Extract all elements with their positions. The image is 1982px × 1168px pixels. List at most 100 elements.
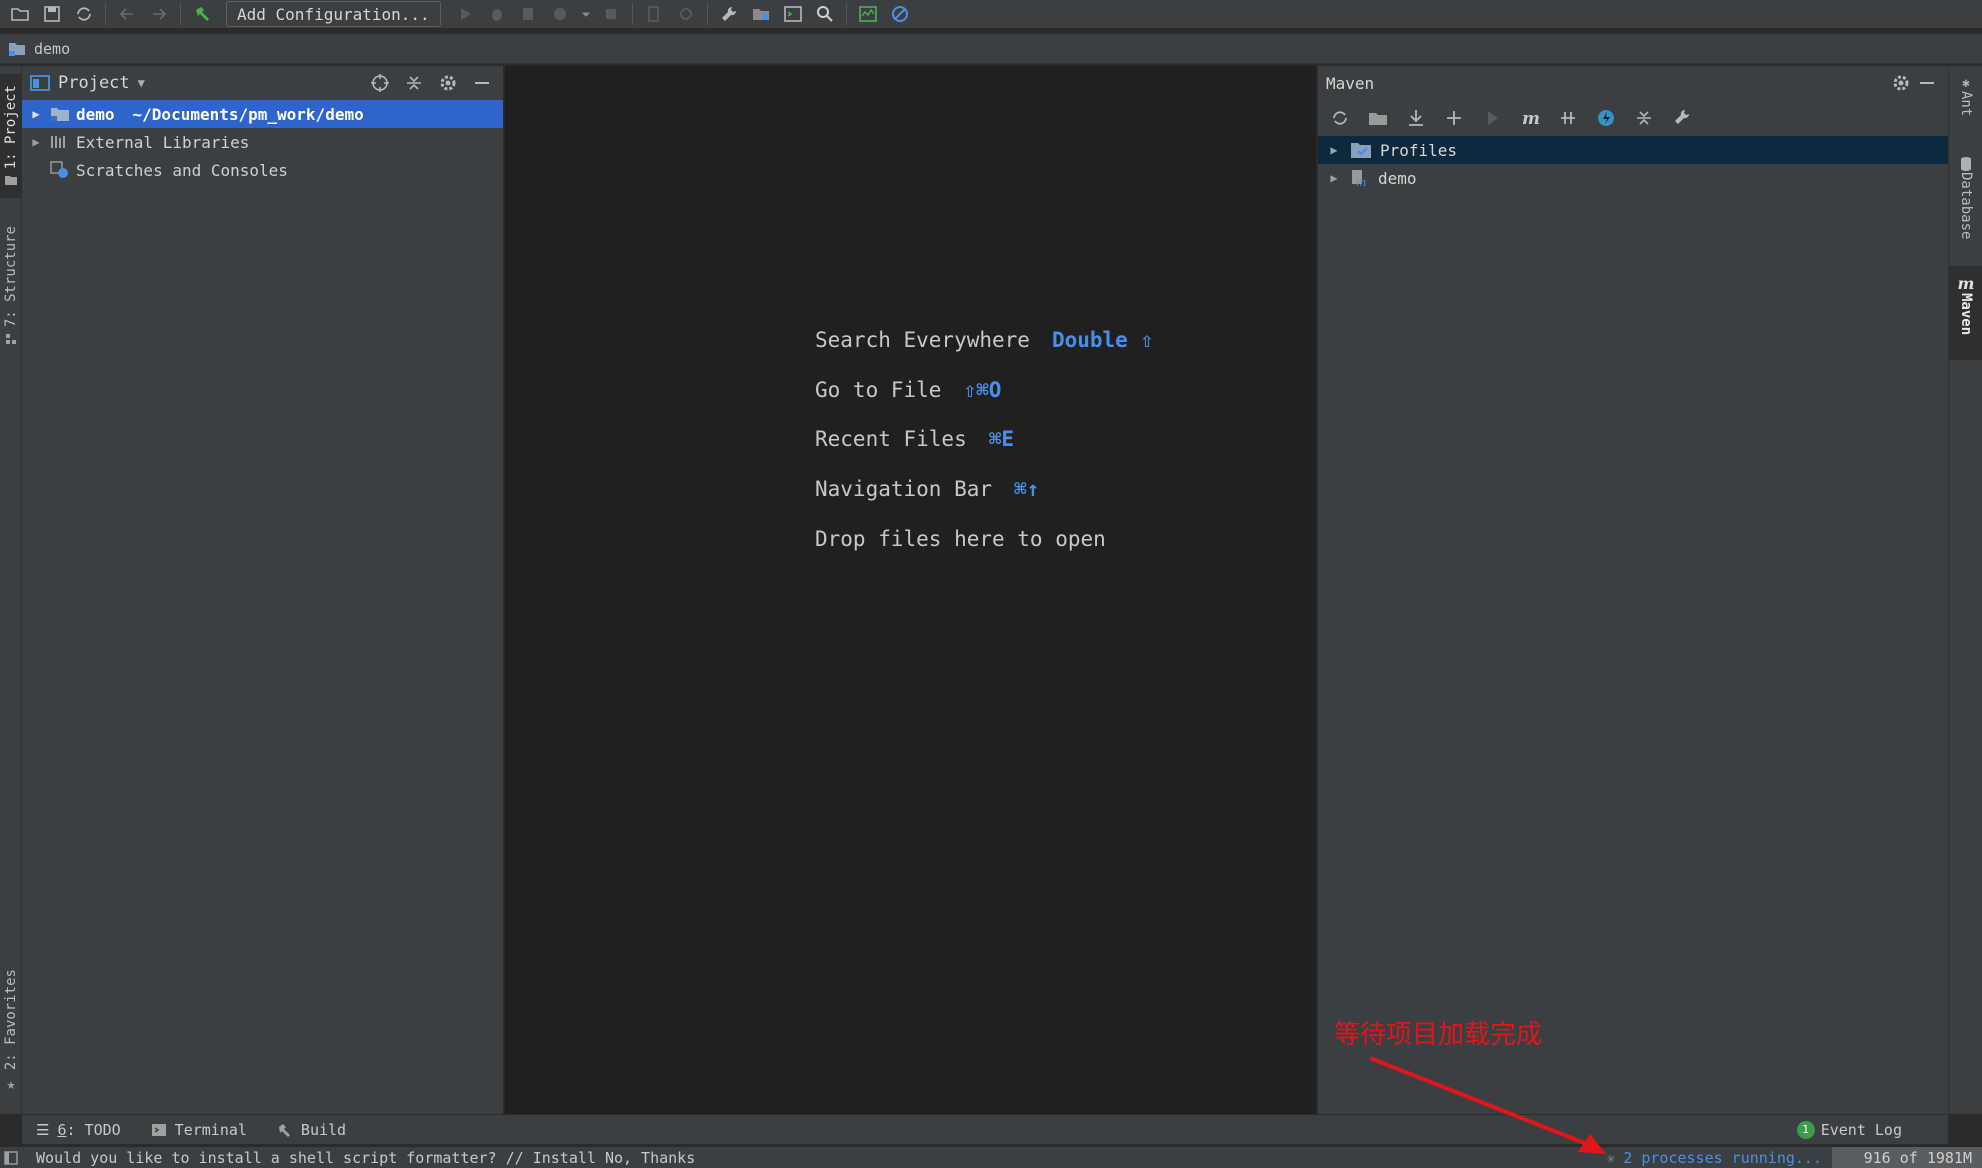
tab-structure[interactable]: 7: Structure xyxy=(0,216,22,356)
tab-structure-label: 7: Structure xyxy=(3,226,19,328)
breadcrumb-project[interactable]: demo xyxy=(34,40,70,58)
locate-icon[interactable] xyxy=(367,70,393,96)
navigation-bar: demo xyxy=(0,34,1982,64)
tab-terminal[interactable]: Terminal xyxy=(151,1121,247,1139)
toolbar-divider xyxy=(706,3,708,25)
tab-build[interactable]: Build xyxy=(277,1121,346,1139)
hint-label: Drop files here to open xyxy=(815,527,1106,551)
maven-tree-profiles[interactable]: ▶ Profiles xyxy=(1318,136,1948,164)
memory-indicator[interactable]: 916 of 1981M xyxy=(1832,1146,1982,1168)
expand-arrow-icon[interactable]: ▶ xyxy=(1326,143,1342,157)
sync-icon[interactable] xyxy=(70,1,98,27)
module-folder-icon xyxy=(51,108,69,121)
stop-icon[interactable] xyxy=(597,1,625,27)
maven-tree-demo[interactable]: ▶ m demo xyxy=(1318,164,1948,192)
tab-project-label: 1: Project xyxy=(3,84,19,170)
run-maven-icon[interactable] xyxy=(1476,102,1508,134)
left-tool-stripe: 1: Project 7: Structure 2: Favorites ★ xyxy=(0,66,22,1114)
generate-sources-icon[interactable] xyxy=(1362,102,1394,134)
chevron-down-icon[interactable] xyxy=(579,1,593,27)
tool-window-toggle-icon[interactable] xyxy=(4,1151,18,1165)
add-configuration-button[interactable]: Add Configuration... xyxy=(226,1,441,27)
minimize-icon[interactable] xyxy=(1914,70,1940,96)
gear-icon[interactable] xyxy=(435,70,461,96)
hint-navigation-bar: Navigation Bar ⌘↑ xyxy=(815,477,1039,501)
tab-todo-text: : TODO xyxy=(66,1120,121,1139)
toggle-offline-icon[interactable] xyxy=(1552,102,1584,134)
tab-ant-label: Ant xyxy=(1958,91,1974,117)
attach-icon[interactable] xyxy=(640,1,668,27)
right-tool-stripe: ✱ Ant Database m Maven xyxy=(1948,66,1982,1114)
open-folder-icon[interactable] xyxy=(6,1,34,27)
debug-icon[interactable] xyxy=(483,1,511,27)
execute-goal-icon[interactable]: m xyxy=(1514,102,1546,134)
tab-ant[interactable]: ✱ Ant xyxy=(1949,76,1982,146)
event-log-badge: 1 xyxy=(1796,1120,1815,1139)
expand-arrow-icon[interactable]: ▶ xyxy=(1326,171,1342,185)
gear-icon[interactable] xyxy=(1888,70,1914,96)
project-structure-icon[interactable] xyxy=(747,1,775,27)
hint-search-everywhere: Search Everywhere Double ⇧ xyxy=(815,328,1153,352)
terminal-icon[interactable] xyxy=(779,1,807,27)
chevron-down-icon[interactable]: ▼ xyxy=(138,76,145,90)
project-view-selector[interactable]: Project xyxy=(58,73,130,93)
deploy-icon[interactable] xyxy=(672,1,700,27)
tree-item-external-libraries[interactable]: ▶ External Libraries xyxy=(22,128,503,156)
terminal-icon xyxy=(151,1123,166,1136)
folder-icon xyxy=(5,176,17,186)
toolbar-divider xyxy=(845,3,847,25)
maven-tool-window: Maven m ▶ Profiles ▶ m demo xyxy=(1317,66,1948,1114)
reimport-icon[interactable] xyxy=(1324,102,1356,134)
profile-icon[interactable] xyxy=(547,1,575,27)
star-icon: ★ xyxy=(6,1074,16,1093)
skip-tests-icon[interactable] xyxy=(1590,102,1622,134)
tab-build-label: Build xyxy=(300,1120,347,1139)
hint-label: Recent Files xyxy=(815,427,967,451)
hint-shortcut: ⇧⌘O xyxy=(963,378,1002,402)
maven-icon: m xyxy=(1957,274,1975,293)
status-message[interactable]: Would you like to install a shell script… xyxy=(36,1149,695,1167)
svg-text:m: m xyxy=(1522,109,1540,129)
maven-settings-wrench-icon[interactable] xyxy=(1666,102,1698,134)
expand-arrow-icon[interactable]: ▶ xyxy=(28,135,44,149)
tab-maven[interactable]: m Maven xyxy=(1949,266,1982,360)
search-icon[interactable] xyxy=(811,1,839,27)
hint-label: Navigation Bar xyxy=(815,477,993,501)
power-save-icon[interactable] xyxy=(886,1,914,27)
build-hammer-icon[interactable] xyxy=(188,1,216,27)
hint-shortcut: Double ⇧ xyxy=(1051,328,1154,352)
maven-panel-header: Maven xyxy=(1318,66,1948,100)
collapse-all-icon[interactable] xyxy=(1628,102,1660,134)
tab-project[interactable]: 1: Project xyxy=(0,74,22,198)
tab-database[interactable]: Database xyxy=(1949,156,1982,266)
hint-drop-files: Drop files here to open xyxy=(815,527,1106,551)
coverage-icon[interactable] xyxy=(515,1,543,27)
editor-empty-state: Search Everywhere Double ⇧ Go to File ⇧⌘O … xyxy=(505,66,1316,1114)
tree-item-label: External Libraries xyxy=(76,132,250,152)
tree-item-scratches[interactable]: Scratches and Consoles xyxy=(22,156,503,184)
minimize-icon[interactable] xyxy=(469,70,495,96)
collapse-all-icon[interactable] xyxy=(401,70,427,96)
settings-wrench-icon[interactable] xyxy=(715,1,743,27)
download-icon[interactable] xyxy=(1400,102,1432,134)
background-processes[interactable]: ✳ 2 processes running... xyxy=(1606,1149,1822,1167)
tree-item-demo[interactable]: ▶ demo ~/Documents/pm_work/demo xyxy=(22,100,503,128)
forward-icon[interactable] xyxy=(145,1,173,27)
tab-favorites[interactable]: 2: Favorites ★ xyxy=(0,966,22,1096)
save-icon[interactable] xyxy=(38,1,66,27)
ant-icon: ✱ xyxy=(1962,76,1970,91)
run-icon[interactable] xyxy=(451,1,479,27)
tree-item-label: Scratches and Consoles xyxy=(76,160,288,180)
hint-recent-files: Recent Files ⌘E xyxy=(815,427,1014,451)
back-icon[interactable] xyxy=(113,1,141,27)
tab-database-label: Database xyxy=(1958,172,1974,240)
tab-todo[interactable]: ☰ 6: TODO xyxy=(36,1121,121,1139)
tree-item-path: ~/Documents/pm_work/demo xyxy=(132,104,364,124)
maven-module-icon: m xyxy=(1352,170,1366,187)
expand-arrow-icon[interactable]: ▶ xyxy=(28,107,44,121)
add-icon[interactable] xyxy=(1438,102,1470,134)
event-log-button[interactable]: 1 Event Log xyxy=(1796,1120,1902,1139)
hint-go-to-file: Go to File ⇧⌘O xyxy=(815,378,1001,402)
toolbar-divider xyxy=(631,3,633,25)
activity-monitor-icon[interactable] xyxy=(854,1,882,27)
